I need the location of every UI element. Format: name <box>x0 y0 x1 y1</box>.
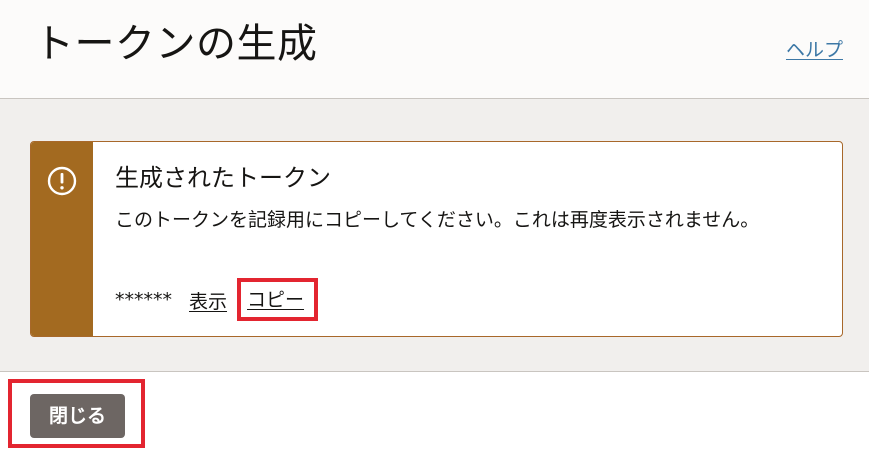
message-title: 生成されたトークン <box>115 164 331 192</box>
dialog-body: 生成されたトークン このトークンを記録用にコピーしてください。これは再度表示され… <box>0 99 869 372</box>
warning-strip <box>31 142 93 336</box>
close-button[interactable]: 閉じる <box>30 394 125 438</box>
warning-icon <box>47 166 77 196</box>
show-token-link[interactable]: 表示 <box>189 287 227 314</box>
token-row: ****** 表示 コピー <box>115 277 319 321</box>
message-text: このトークンを記録用にコピーしてください。これは再度表示されません。 <box>115 209 760 231</box>
copy-link-highlight: コピー <box>237 277 319 321</box>
page-title: トークンの生成 <box>34 21 318 67</box>
generated-token-message: 生成されたトークン このトークンを記録用にコピーしてください。これは再度表示され… <box>30 141 843 337</box>
message-content: 生成されたトークン このトークンを記録用にコピーしてください。これは再度表示され… <box>115 142 822 336</box>
masked-token-value: ****** <box>115 289 172 311</box>
dialog-header: トークンの生成 ヘルプ <box>0 0 869 99</box>
copy-token-link[interactable]: コピー <box>247 285 304 312</box>
help-link[interactable]: ヘルプ <box>786 35 843 62</box>
dialog-footer: 閉じる <box>0 372 869 461</box>
